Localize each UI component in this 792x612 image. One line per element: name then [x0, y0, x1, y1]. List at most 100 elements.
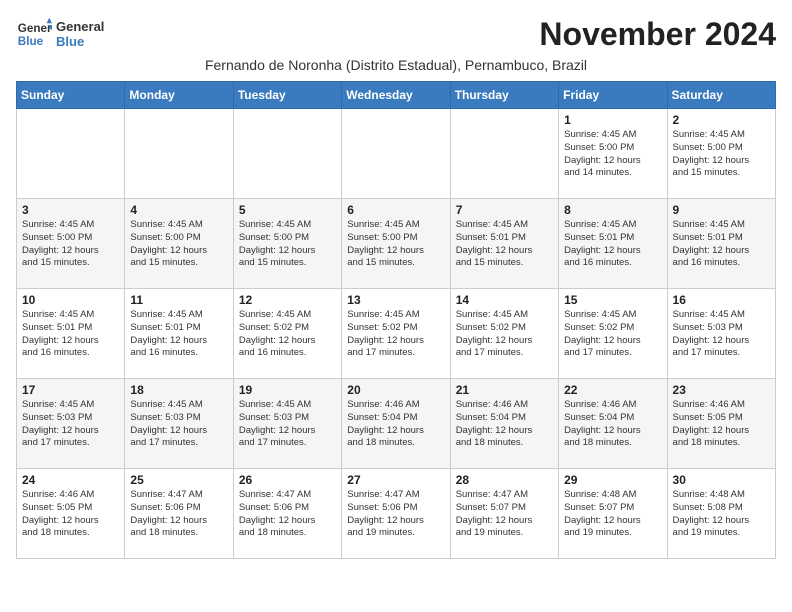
day-info: Sunrise: 4:45 AM Sunset: 5:00 PM Dayligh…	[130, 219, 227, 270]
calendar-cell: 4 Sunrise: 4:45 AM Sunset: 5:00 PM Daylig…	[125, 199, 233, 289]
day-number: 19	[239, 383, 336, 397]
calendar-cell: 30 Sunrise: 4:48 AM Sunset: 5:08 PM Dayli…	[667, 469, 775, 559]
day-info: Sunrise: 4:48 AM Sunset: 5:08 PM Dayligh…	[673, 489, 770, 540]
calendar-cell: 19 Sunrise: 4:45 AM Sunset: 5:03 PM Dayli…	[233, 379, 341, 469]
calendar-cell	[233, 109, 341, 199]
weekday-header-friday: Friday	[559, 82, 667, 109]
logo-icon: General Blue	[16, 16, 52, 52]
day-info: Sunrise: 4:46 AM Sunset: 5:04 PM Dayligh…	[564, 399, 661, 450]
calendar-cell: 24 Sunrise: 4:46 AM Sunset: 5:05 PM Dayli…	[17, 469, 125, 559]
calendar-week-row: 10 Sunrise: 4:45 AM Sunset: 5:01 PM Dayli…	[17, 289, 776, 379]
day-number: 16	[673, 293, 770, 307]
day-info: Sunrise: 4:45 AM Sunset: 5:00 PM Dayligh…	[564, 129, 661, 180]
day-info: Sunrise: 4:45 AM Sunset: 5:01 PM Dayligh…	[456, 219, 553, 270]
page-subtitle: Fernando de Noronha (Distrito Estadual),…	[16, 57, 776, 73]
calendar-cell: 27 Sunrise: 4:47 AM Sunset: 5:06 PM Dayli…	[342, 469, 450, 559]
day-number: 10	[22, 293, 119, 307]
day-info: Sunrise: 4:45 AM Sunset: 5:01 PM Dayligh…	[564, 219, 661, 270]
day-number: 2	[673, 113, 770, 127]
calendar-week-row: 24 Sunrise: 4:46 AM Sunset: 5:05 PM Dayli…	[17, 469, 776, 559]
day-number: 21	[456, 383, 553, 397]
day-info: Sunrise: 4:48 AM Sunset: 5:07 PM Dayligh…	[564, 489, 661, 540]
day-number: 12	[239, 293, 336, 307]
day-number: 28	[456, 473, 553, 487]
calendar-cell: 17 Sunrise: 4:45 AM Sunset: 5:03 PM Dayli…	[17, 379, 125, 469]
day-info: Sunrise: 4:46 AM Sunset: 5:04 PM Dayligh…	[456, 399, 553, 450]
day-info: Sunrise: 4:47 AM Sunset: 5:06 PM Dayligh…	[130, 489, 227, 540]
weekday-header-row: SundayMondayTuesdayWednesdayThursdayFrid…	[17, 82, 776, 109]
day-info: Sunrise: 4:47 AM Sunset: 5:06 PM Dayligh…	[347, 489, 444, 540]
calendar-week-row: 1 Sunrise: 4:45 AM Sunset: 5:00 PM Daylig…	[17, 109, 776, 199]
calendar-cell: 23Sunrise: 4:46 AM Sunset: 5:05 PM Dayli…	[667, 379, 775, 469]
day-info: Sunrise: 4:45 AM Sunset: 5:03 PM Dayligh…	[239, 399, 336, 450]
calendar-cell: 28Sunrise: 4:47 AM Sunset: 5:07 PM Dayli…	[450, 469, 558, 559]
calendar-cell: 22 Sunrise: 4:46 AM Sunset: 5:04 PM Dayli…	[559, 379, 667, 469]
calendar-cell: 20Sunrise: 4:46 AM Sunset: 5:04 PM Dayli…	[342, 379, 450, 469]
calendar-cell: 11 Sunrise: 4:45 AM Sunset: 5:01 PM Dayli…	[125, 289, 233, 379]
day-number: 13	[347, 293, 444, 307]
logo-text-general: General	[56, 19, 104, 34]
calendar-cell: 5Sunrise: 4:45 AM Sunset: 5:00 PM Daylig…	[233, 199, 341, 289]
day-info: Sunrise: 4:45 AM Sunset: 5:00 PM Dayligh…	[22, 219, 119, 270]
day-number: 20	[347, 383, 444, 397]
day-info: Sunrise: 4:46 AM Sunset: 5:05 PM Dayligh…	[673, 399, 770, 450]
page-title: November 2024	[539, 16, 776, 53]
day-number: 26	[239, 473, 336, 487]
day-info: Sunrise: 4:45 AM Sunset: 5:03 PM Dayligh…	[22, 399, 119, 450]
day-number: 22	[564, 383, 661, 397]
calendar-cell: 29 Sunrise: 4:48 AM Sunset: 5:07 PM Dayli…	[559, 469, 667, 559]
calendar-week-row: 3Sunrise: 4:45 AM Sunset: 5:00 PM Daylig…	[17, 199, 776, 289]
day-number: 6	[347, 203, 444, 217]
calendar-cell: 25 Sunrise: 4:47 AM Sunset: 5:06 PM Dayli…	[125, 469, 233, 559]
day-info: Sunrise: 4:45 AM Sunset: 5:01 PM Dayligh…	[22, 309, 119, 360]
day-number: 4	[130, 203, 227, 217]
calendar-cell: 12 Sunrise: 4:45 AM Sunset: 5:02 PM Dayli…	[233, 289, 341, 379]
calendar-cell: 18 Sunrise: 4:45 AM Sunset: 5:03 PM Dayli…	[125, 379, 233, 469]
calendar-cell: 14 Sunrise: 4:45 AM Sunset: 5:02 PM Dayli…	[450, 289, 558, 379]
page-container: General Blue General Blue November 2024 …	[16, 16, 776, 559]
calendar-cell: 9Sunrise: 4:45 AM Sunset: 5:01 PM Daylig…	[667, 199, 775, 289]
day-info: Sunrise: 4:45 AM Sunset: 5:03 PM Dayligh…	[130, 399, 227, 450]
calendar-cell: 21 Sunrise: 4:46 AM Sunset: 5:04 PM Dayli…	[450, 379, 558, 469]
day-info: Sunrise: 4:45 AM Sunset: 5:02 PM Dayligh…	[347, 309, 444, 360]
day-number: 18	[130, 383, 227, 397]
day-info: Sunrise: 4:45 AM Sunset: 5:03 PM Dayligh…	[673, 309, 770, 360]
calendar-cell: 13 Sunrise: 4:45 AM Sunset: 5:02 PM Dayli…	[342, 289, 450, 379]
day-number: 25	[130, 473, 227, 487]
weekday-header-thursday: Thursday	[450, 82, 558, 109]
day-number: 30	[673, 473, 770, 487]
day-info: Sunrise: 4:45 AM Sunset: 5:02 PM Dayligh…	[239, 309, 336, 360]
day-info: Sunrise: 4:45 AM Sunset: 5:00 PM Dayligh…	[673, 129, 770, 180]
day-number: 29	[564, 473, 661, 487]
header: General Blue General Blue November 2024	[16, 16, 776, 53]
day-number: 11	[130, 293, 227, 307]
day-number: 14	[456, 293, 553, 307]
calendar-week-row: 17 Sunrise: 4:45 AM Sunset: 5:03 PM Dayli…	[17, 379, 776, 469]
day-info: Sunrise: 4:47 AM Sunset: 5:06 PM Dayligh…	[239, 489, 336, 540]
calendar-cell: 6Sunrise: 4:45 AM Sunset: 5:00 PM Daylig…	[342, 199, 450, 289]
calendar-cell: 2 Sunrise: 4:45 AM Sunset: 5:00 PM Daylig…	[667, 109, 775, 199]
calendar-cell: 26 Sunrise: 4:47 AM Sunset: 5:06 PM Dayli…	[233, 469, 341, 559]
weekday-header-monday: Monday	[125, 82, 233, 109]
logo-text-blue: Blue	[56, 34, 104, 49]
day-number: 7	[456, 203, 553, 217]
calendar-cell	[17, 109, 125, 199]
day-number: 17	[22, 383, 119, 397]
calendar-cell	[342, 109, 450, 199]
svg-text:General: General	[18, 22, 52, 35]
logo: General Blue General Blue	[16, 16, 104, 52]
day-number: 24	[22, 473, 119, 487]
calendar-cell: 7 Sunrise: 4:45 AM Sunset: 5:01 PM Daylig…	[450, 199, 558, 289]
day-number: 27	[347, 473, 444, 487]
day-number: 5	[239, 203, 336, 217]
day-info: Sunrise: 4:45 AM Sunset: 5:02 PM Dayligh…	[456, 309, 553, 360]
day-number: 8	[564, 203, 661, 217]
day-number: 1	[564, 113, 661, 127]
calendar-table: SundayMondayTuesdayWednesdayThursdayFrid…	[16, 81, 776, 559]
day-info: Sunrise: 4:46 AM Sunset: 5:05 PM Dayligh…	[22, 489, 119, 540]
weekday-header-saturday: Saturday	[667, 82, 775, 109]
day-number: 15	[564, 293, 661, 307]
day-info: Sunrise: 4:45 AM Sunset: 5:01 PM Dayligh…	[130, 309, 227, 360]
calendar-cell: 10 Sunrise: 4:45 AM Sunset: 5:01 PM Dayli…	[17, 289, 125, 379]
svg-text:Blue: Blue	[18, 35, 44, 48]
